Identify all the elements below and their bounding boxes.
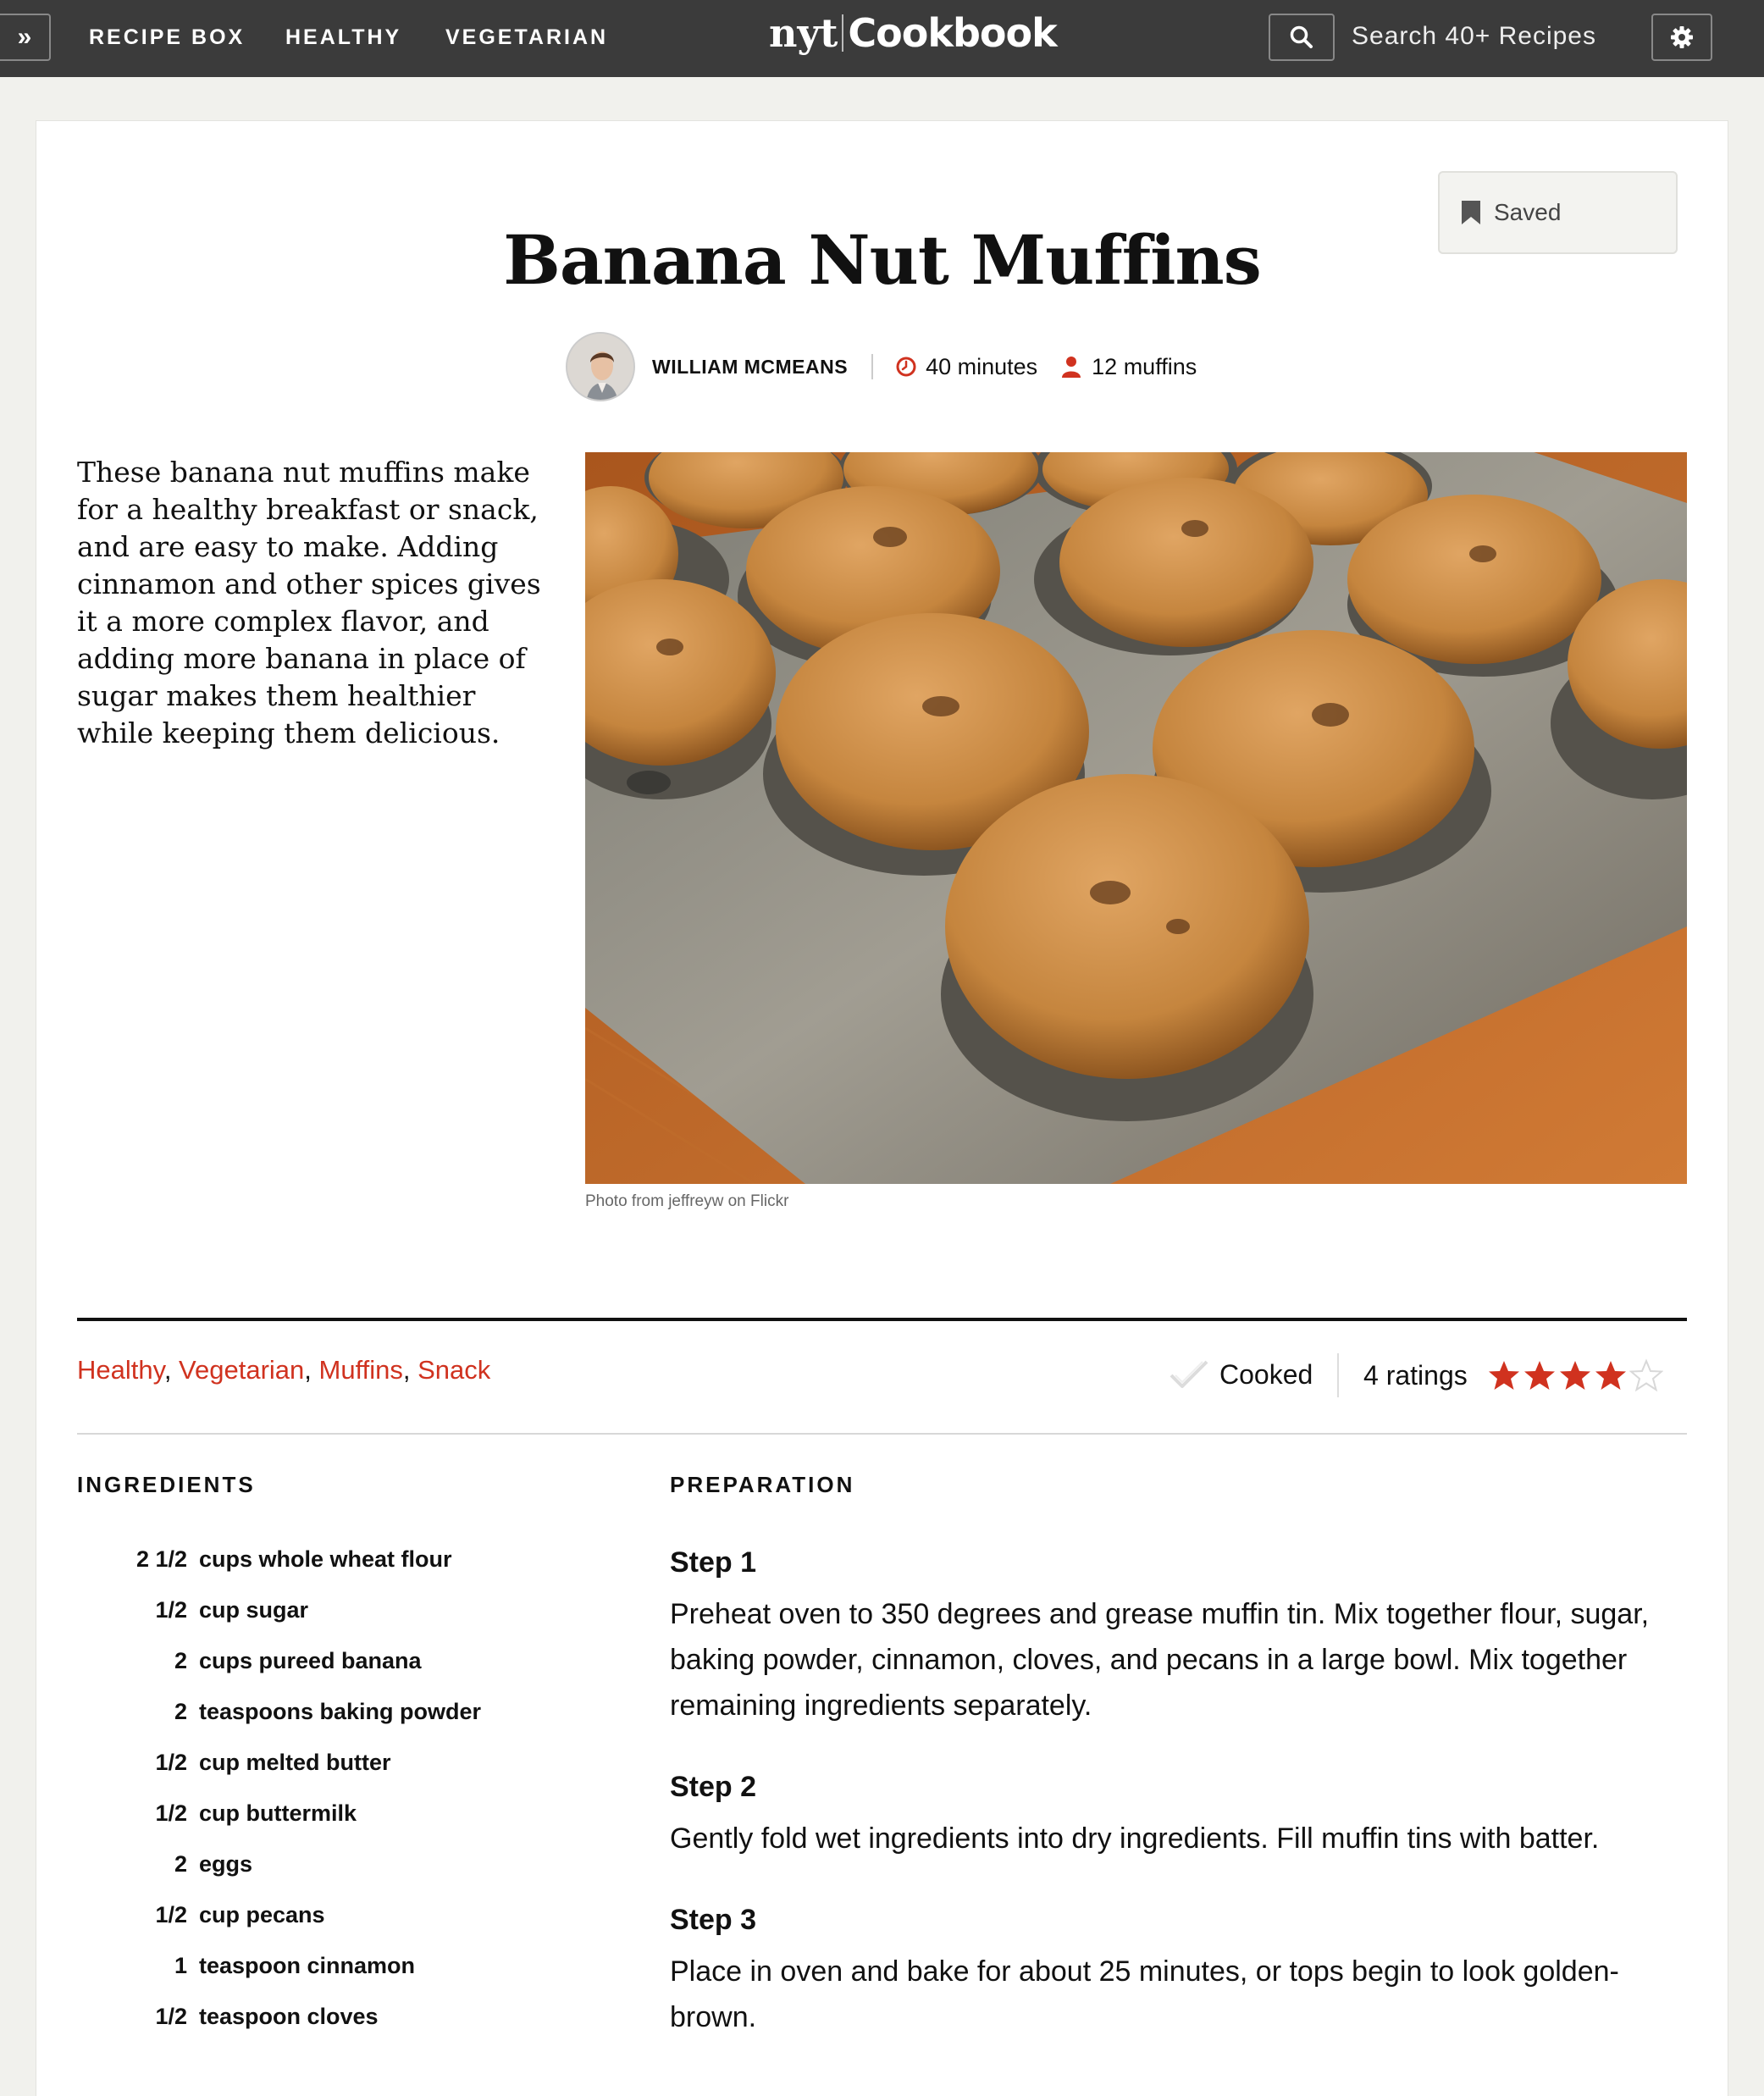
step-item: Step 3 Place in oven and bake for about … [670,1904,1695,2040]
step-title: Step 2 [670,1771,757,1803]
chevron-double-right-icon: » [17,23,32,51]
person-photo [567,334,633,400]
tag-link[interactable]: Snack [417,1355,490,1385]
yield: 12 muffins [1061,354,1197,380]
ingredients-heading: INGREDIENTS [77,1472,256,1497]
ingredient-row: 2 eggs [77,1851,481,1902]
section-divider [77,1318,1687,1321]
ingredient-text: cups pureed banana [199,1648,422,1673]
search-icon [1290,25,1313,48]
tag-link[interactable]: Healthy [77,1355,164,1385]
cooked-label: Cooked [1219,1358,1313,1390]
ingredient-row: 2 cups pureed banana [77,1648,481,1699]
star-icon[interactable] [1594,1358,1628,1392]
step-body: Gently fold wet ingredients into dry ing… [670,1822,1600,1855]
cook-time-value: 40 minutes [926,353,1038,379]
yield-value: 12 muffins [1092,353,1197,379]
star-icon[interactable] [1523,1358,1557,1392]
tag-link[interactable]: Muffins [319,1355,403,1385]
site-logo[interactable]: nyt Cookbook [769,10,1058,56]
ingredient-text: teaspoons baking powder [199,1699,482,1724]
ingredient-qty: 1/2 [155,1750,187,1775]
ingredient-qty: 1/2 [155,2004,187,2029]
nav-item-recipe-box[interactable]: RECIPE BOX [89,25,245,50]
ingredient-text: cups whole wheat flour [199,1546,452,1572]
ratings-divider [1337,1353,1339,1397]
clock-icon [896,357,916,377]
ingredients-list: 2 1/2 cups whole wheat flour 1/2 cup sugar… [77,1546,481,2055]
ingredient-row: 2 1/2 cups whole wheat flour [77,1546,481,1597]
ingredient-row: 1/2 cup melted butter [77,1750,481,1800]
ingredient-row: 1/2 cup pecans [77,1902,481,1953]
ingredient-row: 1/2 teaspoon cloves [77,2004,481,2055]
step-body: Place in oven and bake for about 25 minu… [670,1955,1619,2033]
ratings-count: 4 ratings [1363,1360,1468,1391]
step-title: Step 3 [670,1904,757,1936]
recipe-photo [585,452,1687,1184]
preparation-heading: PREPARATION [670,1472,855,1497]
star-icon[interactable] [1629,1358,1663,1392]
ingredient-qty: 2 [174,1851,187,1877]
nav-item-healthy[interactable]: HEALTHY [285,25,401,50]
cook-time: 40 minutes [895,354,1037,380]
ingredient-row: 1 teaspoon cinnamon [77,1953,481,2004]
ingredient-text: cup melted butter [199,1750,391,1775]
cooked-toggle[interactable]: Cooked [1169,1358,1313,1391]
recipe-intro: These banana nut muffins make for a heal… [77,456,541,749]
ingredient-text: cup pecans [199,1902,325,1927]
ingredient-qty: 1 [174,1953,187,1978]
ingredient-qty: 2 1/2 [135,1546,187,1572]
ingredient-text: eggs [199,1851,253,1877]
star-icon[interactable] [1487,1358,1521,1392]
muffin-photo [585,452,1687,1184]
ingredient-text: cup sugar [199,1597,309,1623]
logo-cookbook: Cookbook [848,10,1057,56]
person-icon [1062,357,1081,378]
section-divider-thin [77,1433,1687,1435]
ingredient-row: 1/2 cup buttermilk [77,1800,481,1851]
ingredient-qty: 2 [174,1699,187,1724]
meta-divider [871,354,874,379]
expand-sidebar-button[interactable]: » [0,14,51,61]
recipe-title: Banana Nut Muffins [503,220,1262,300]
tag-link[interactable]: Vegetarian [179,1355,304,1385]
check-icon [1170,1360,1208,1388]
top-nav-bar: » RECIPE BOX HEALTHY VEGETARIAN nyt Cookb… [0,0,1764,77]
recipe-meta: WILLIAM MCMEANS 40 minutes 12 muffins [566,332,1197,401]
ingredient-qty: 1/2 [155,1800,187,1826]
step-item: Step 1 Preheat oven to 350 degrees and g… [670,1546,1695,1728]
step-item: Step 2 Gently fold wet ingredients into … [670,1771,1695,1861]
ingredient-text: teaspoon cloves [199,2004,379,2029]
author-avatar[interactable] [566,332,635,401]
nav-item-vegetarian[interactable]: VEGETARIAN [445,25,608,50]
ingredient-qty: 2 [174,1648,187,1673]
ingredient-qty: 1/2 [155,1902,187,1927]
ingredient-text: teaspoon cinnamon [199,1953,416,1978]
gear-icon [1671,26,1693,48]
preparation-steps: Step 1 Preheat oven to 350 degrees and g… [670,1546,1695,2082]
star-icon[interactable] [1558,1358,1592,1392]
step-title: Step 1 [670,1546,757,1579]
recipe-tags: Healthy, Vegetarian, Muffins, Snack [77,1355,491,1385]
settings-button[interactable] [1651,14,1712,61]
search-button[interactable] [1269,14,1335,61]
author-name[interactable]: WILLIAM MCMEANS [652,356,848,379]
search-input[interactable]: Search 40+ Recipes [1352,22,1596,51]
step-body: Preheat oven to 350 degrees and grease m… [670,1598,1650,1722]
star-rating[interactable] [1487,1358,1665,1392]
photo-caption: Photo from jeffreyw on Flickr [585,1192,789,1210]
ingredient-row: 2 teaspoons baking powder [77,1699,481,1750]
ingredient-qty: 1/2 [155,1597,187,1623]
logo-nyt: nyt [769,10,838,56]
ingredient-row: 1/2 cup sugar [77,1597,481,1648]
ingredient-text: cup buttermilk [199,1800,357,1826]
